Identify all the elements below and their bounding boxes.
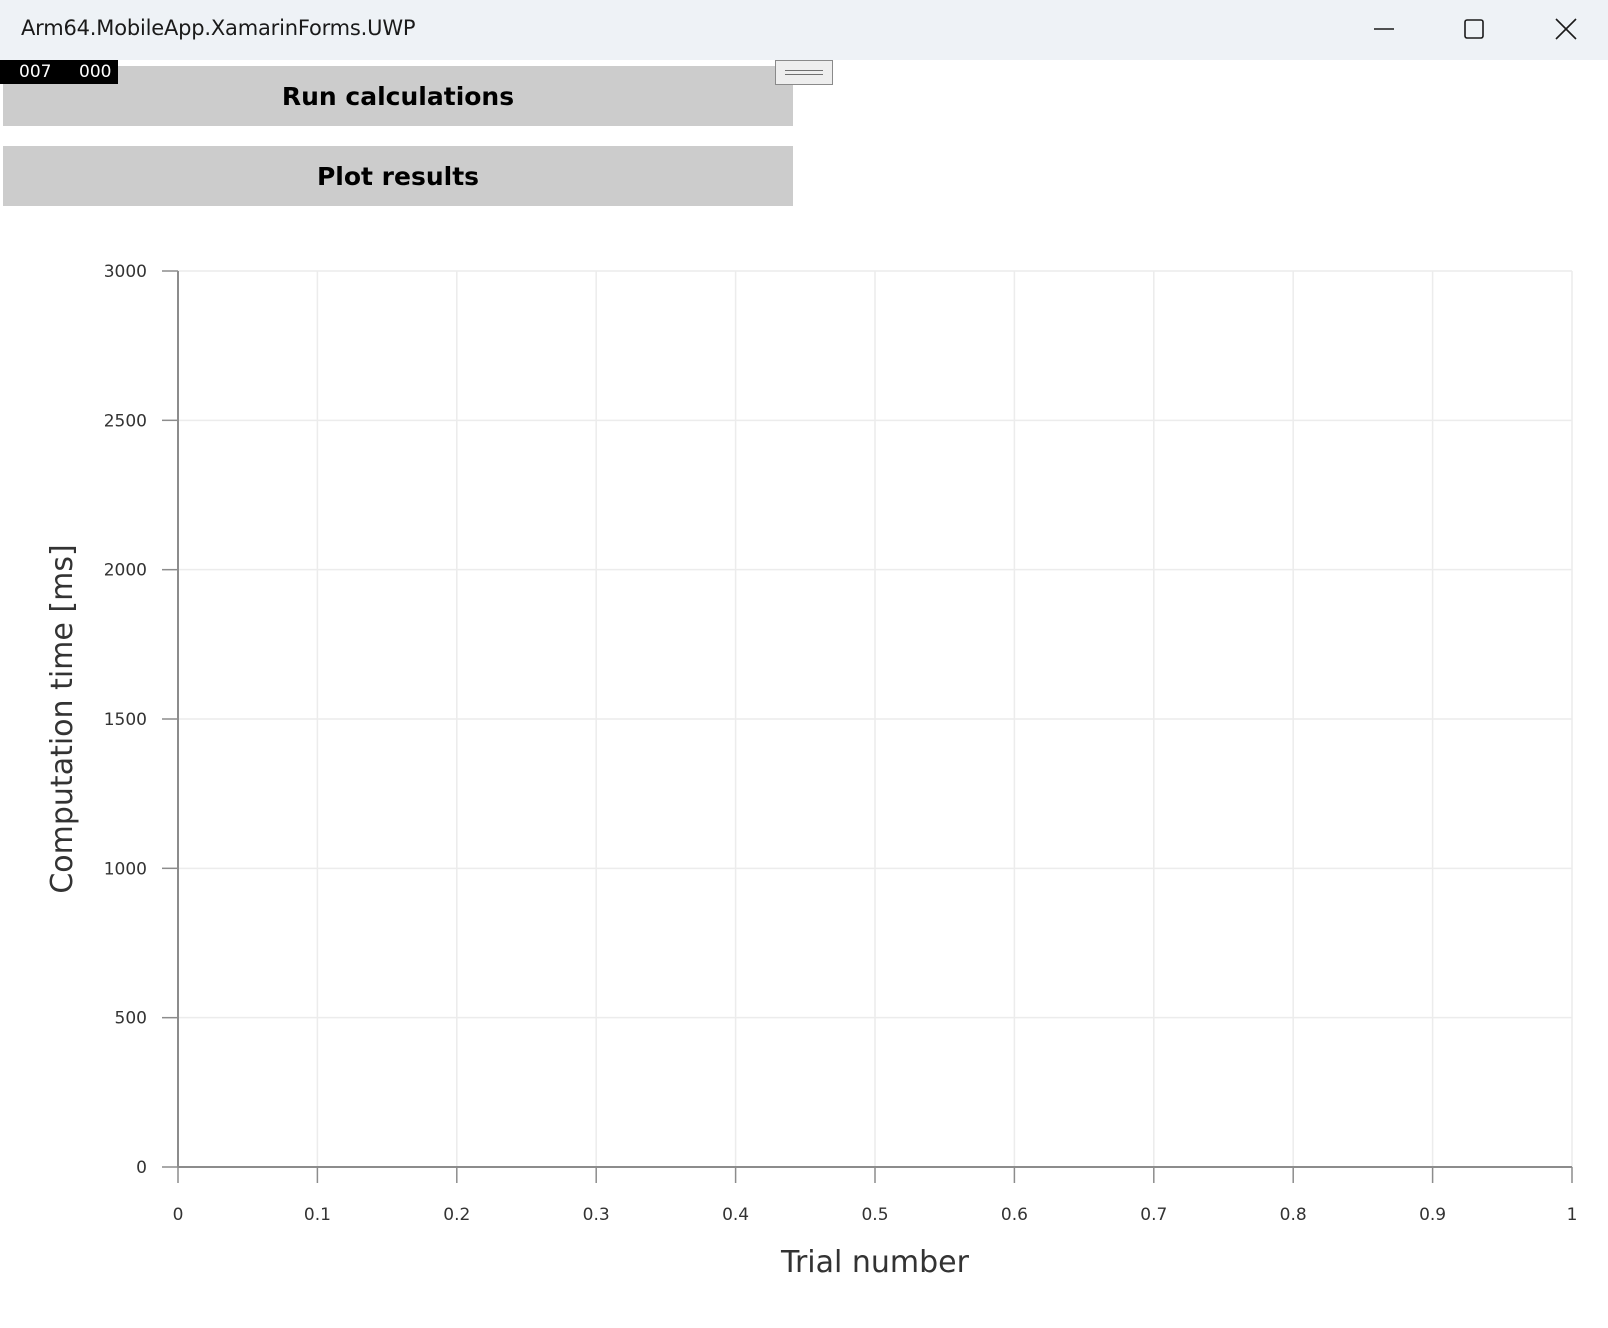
- y-tick-label: 1500: [104, 710, 147, 730]
- plot-results-button[interactable]: Plot results: [3, 146, 793, 206]
- debug-toolbar-handle[interactable]: [775, 60, 833, 85]
- x-axis-title: Trial number: [780, 1245, 970, 1280]
- y-axis-title: Computation time [ms]: [45, 544, 80, 893]
- chart-ticks: 0 500 1000 1500 2000 2500 3000 0 0.1 0.2 0.3 0.4 0.5…: [104, 262, 1578, 1225]
- close-icon: [1555, 18, 1577, 40]
- x-tick-label: 0.3: [583, 1205, 610, 1225]
- app-window: Arm64.MobileApp.XamarinForms.UWP Run cal…: [0, 0, 1608, 1328]
- y-tick-label: 2000: [104, 561, 147, 581]
- chart-grid: [178, 270, 1573, 1167]
- frame-rate-counter: 007 000: [0, 60, 118, 84]
- maximize-icon: [1464, 19, 1484, 39]
- y-tick-label: 3000: [104, 262, 147, 282]
- frame-counter-value-a: 007: [19, 62, 52, 82]
- x-tick-label: 0.5: [861, 1205, 888, 1225]
- x-tick-label: 1: [1567, 1205, 1578, 1225]
- y-tick-label: 500: [115, 1009, 147, 1029]
- x-tick-label: 0.7: [1140, 1205, 1167, 1225]
- x-tick-label: 0: [173, 1205, 184, 1225]
- minimize-button[interactable]: [1338, 0, 1430, 58]
- window-title: Arm64.MobileApp.XamarinForms.UWP: [21, 16, 416, 40]
- close-button[interactable]: [1520, 0, 1608, 58]
- run-calculations-button[interactable]: Run calculations: [3, 66, 793, 126]
- y-tick-label: 2500: [104, 411, 147, 431]
- y-tick-label: 1000: [104, 859, 147, 879]
- computation-time-chart: 0 500 1000 1500 2000 2500 3000 0 0.1 0.2 0.3 0.4 0.5…: [0, 220, 1608, 1320]
- maximize-button[interactable]: [1428, 0, 1520, 58]
- x-tick-label: 0.6: [1001, 1205, 1028, 1225]
- y-tick-label: 0: [136, 1158, 147, 1178]
- x-tick-label: 0.2: [443, 1205, 470, 1225]
- x-tick-label: 0.9: [1419, 1205, 1446, 1225]
- x-tick-label: 0.4: [722, 1205, 749, 1225]
- frame-counter-value-b: 000: [79, 62, 112, 82]
- x-tick-label: 0.1: [304, 1205, 331, 1225]
- chart-canvas: 0 500 1000 1500 2000 2500 3000 0 0.1 0.2 0.3 0.4 0.5…: [45, 262, 1578, 1280]
- title-bar[interactable]: Arm64.MobileApp.XamarinForms.UWP: [0, 0, 1608, 60]
- x-tick-label: 0.8: [1280, 1205, 1307, 1225]
- minimize-icon: [1374, 28, 1394, 30]
